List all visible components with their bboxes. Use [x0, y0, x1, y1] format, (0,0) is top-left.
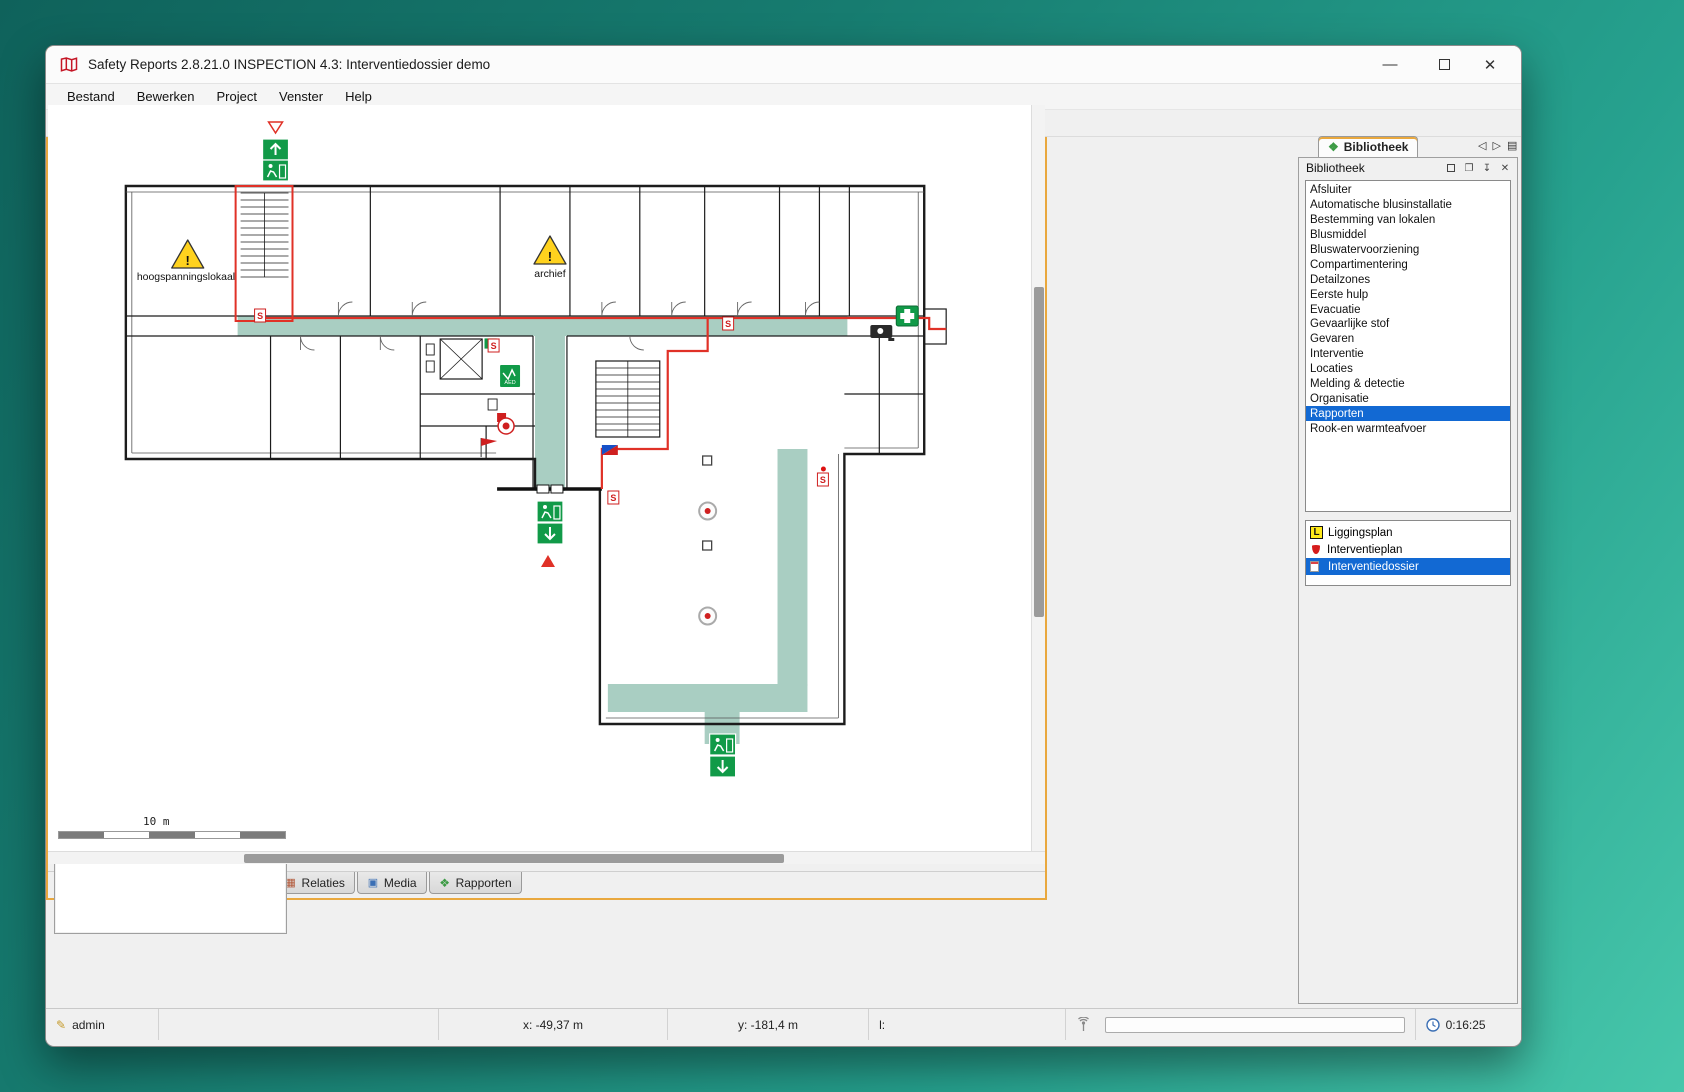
- minimize-button[interactable]: —: [1367, 46, 1413, 83]
- list-item[interactable]: Interventie: [1306, 347, 1510, 362]
- vertical-scrollbar[interactable]: [1031, 105, 1045, 851]
- floor-plan-canvas[interactable]: ! hoogspanningslokaal ! archief: [48, 105, 1045, 851]
- list-item[interactable]: Afsluiter: [1306, 183, 1510, 198]
- svg-text:AED: AED: [504, 380, 515, 386]
- float-panel-icon[interactable]: ❐: [1461, 161, 1477, 176]
- list-item-interventieplan[interactable]: Interventieplan: [1306, 541, 1510, 558]
- list-item[interactable]: Bestemming van lokalen: [1306, 213, 1510, 228]
- drop-icon: [1312, 545, 1320, 554]
- svg-text:S: S: [820, 475, 826, 485]
- scale-bar: 10 m: [58, 815, 286, 839]
- puzzle-icon: ❖: [439, 877, 451, 889]
- tab-scroll-controls: ◁ ▷ ▤ ✕: [1478, 139, 1522, 152]
- scroll-tabs-left-icon[interactable]: ◁: [1478, 139, 1486, 152]
- svg-text:S: S: [257, 311, 263, 321]
- library-dock-tabs: ❖ Bibliotheek: [1318, 137, 1420, 157]
- hose-reel-icon: [497, 413, 514, 434]
- list-item-interventiedossier[interactable]: Interventiedossier: [1306, 558, 1510, 575]
- svg-text:archief: archief: [534, 269, 565, 280]
- tab-bibliotheek[interactable]: ❖ Bibliotheek: [1318, 136, 1418, 157]
- maximize-panel-icon[interactable]: [1443, 161, 1459, 176]
- menu-venster[interactable]: Venster: [268, 86, 334, 107]
- app-window: Safety Reports 2.8.21.0 INSPECTION 4.3: …: [45, 45, 1522, 1047]
- library-panel: Bibliotheek ❐ ↧ ✕ Afsluiter Automatische…: [1298, 157, 1518, 1004]
- list-item[interactable]: Automatische blusinstallatie: [1306, 198, 1510, 213]
- antenna-icon: [1076, 1017, 1091, 1032]
- svg-text:!: !: [548, 249, 552, 264]
- list-item[interactable]: Eerste hulp: [1306, 287, 1510, 302]
- clock-icon: [1426, 1018, 1440, 1032]
- smoke-detectors: [699, 456, 716, 625]
- plan-type-list: L Liggingsplan Interventieplan Intervent…: [1305, 520, 1511, 586]
- close-panel-icon[interactable]: ✕: [1497, 161, 1513, 176]
- list-item[interactable]: Gevaarlijke stof: [1306, 317, 1510, 332]
- list-item[interactable]: Melding & detectie: [1306, 377, 1510, 392]
- window-title: Safety Reports 2.8.21.0 INSPECTION 4.3: …: [88, 57, 490, 72]
- library-panel-header: Bibliotheek ❐ ↧ ✕: [1299, 158, 1517, 178]
- menu-bewerken[interactable]: Bewerken: [126, 86, 206, 107]
- evacuation-route: [236, 186, 947, 489]
- logged-in-user: admin: [72, 1018, 105, 1032]
- layer-indicator: l:: [879, 1018, 885, 1032]
- exit-sign-south: [710, 734, 736, 777]
- menu-help[interactable]: Help: [334, 86, 383, 107]
- library-category-list: Afsluiter Automatische blusinstallatie B…: [1305, 180, 1511, 512]
- svg-text:S: S: [725, 319, 731, 329]
- list-item-selected[interactable]: Rapporten: [1306, 406, 1510, 421]
- tab-list-icon[interactable]: ▤: [1507, 139, 1517, 152]
- warning-sign-hoogspanning: ! hoogspanningslokaal: [137, 240, 235, 283]
- scroll-tabs-right-icon[interactable]: ▷: [1492, 139, 1500, 152]
- warning-sign-archief: ! archief: [534, 236, 566, 280]
- exit-sign-north: [263, 139, 289, 181]
- floor-plan-svg: ! hoogspanningslokaal ! archief: [48, 105, 1031, 851]
- direction-flag-icon: [602, 445, 618, 455]
- pin-panel-icon[interactable]: ↧: [1479, 161, 1495, 176]
- tab-rapporten[interactable]: ❖ Rapporten: [429, 872, 522, 894]
- list-item[interactable]: Compartimentering: [1306, 257, 1510, 272]
- maximize-button[interactable]: [1421, 46, 1467, 83]
- first-aid-sign: [896, 306, 918, 326]
- location-plan-icon: L: [1310, 526, 1323, 539]
- list-item[interactable]: Rook-en warmteafvoer: [1306, 421, 1510, 436]
- list-item[interactable]: Gevaren: [1306, 332, 1510, 347]
- list-item[interactable]: Organisatie: [1306, 391, 1510, 406]
- horizontal-scrollbar[interactable]: [48, 851, 1045, 864]
- flag-icon-plan: [481, 438, 497, 457]
- list-item[interactable]: Detailzones: [1306, 272, 1510, 287]
- title-bar: Safety Reports 2.8.21.0 INSPECTION 4.3: …: [46, 46, 1521, 84]
- menu-bestand[interactable]: Bestand: [56, 86, 126, 107]
- list-item[interactable]: Evacuatie: [1306, 302, 1510, 317]
- list-item[interactable]: Locaties: [1306, 362, 1510, 377]
- svg-text:S: S: [610, 493, 616, 503]
- close-button[interactable]: ✕: [1467, 46, 1513, 83]
- exit-marker: [269, 122, 283, 133]
- svg-text:S: S: [491, 341, 497, 351]
- cursor-x-coordinate: x: -49,37 m: [523, 1018, 583, 1032]
- document-icon: [1310, 561, 1319, 572]
- progress-bar: [1105, 1017, 1405, 1033]
- user-edit-icon: ✎: [56, 1018, 66, 1032]
- assembly-marker: [541, 555, 555, 567]
- camera-icon: [870, 325, 894, 341]
- status-bar: ✎ admin x: -49,37 m y: -181,4 m l: 0:16:…: [46, 1008, 1521, 1040]
- list-item[interactable]: Blusmiddel: [1306, 228, 1510, 243]
- svg-text:hoogspanningslokaal: hoogspanningslokaal: [137, 272, 235, 283]
- list-item[interactable]: Bluswatervoorziening: [1306, 243, 1510, 258]
- scrollbar-thumb[interactable]: [244, 854, 784, 863]
- aed-sign: AED: [500, 365, 520, 387]
- tab-media[interactable]: ▣ Media: [357, 872, 427, 894]
- canvas-panel: ↖ ✢ ⊕ ⊖ ⊙ ◫ ◣ ✜ ↻ ❏ ❐ ◌ ▣ ↺ ⊘ ✓ ▱ ⊡ ✂ ↗: [46, 46, 1047, 900]
- media-icon: ▣: [367, 877, 379, 889]
- panel-title: Bibliotheek: [1306, 161, 1365, 175]
- session-timer: 0:16:25: [1446, 1018, 1486, 1032]
- menu-project[interactable]: Project: [206, 86, 268, 107]
- list-item-liggingsplan[interactable]: L Liggingsplan: [1306, 524, 1510, 541]
- svg-text:!: !: [186, 253, 190, 268]
- scrollbar-thumb[interactable]: [1034, 287, 1044, 617]
- cursor-y-coordinate: y: -181,4 m: [738, 1018, 798, 1032]
- app-logo-map-icon: [60, 57, 78, 72]
- puzzle-icon: ❖: [1328, 140, 1339, 154]
- exit-sign-mid: [537, 501, 563, 544]
